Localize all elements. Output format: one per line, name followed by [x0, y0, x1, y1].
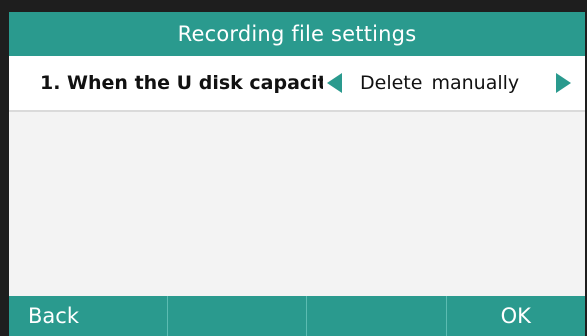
- ok-button[interactable]: OK: [445, 296, 586, 336]
- previous-option-icon[interactable]: [327, 73, 342, 93]
- softkey-3[interactable]: [306, 296, 446, 336]
- setting-label: 1. When the U disk capacit: [40, 72, 323, 94]
- next-option-icon[interactable]: [556, 73, 571, 93]
- content-area: [9, 112, 585, 296]
- softkey-bar: Back OK: [9, 296, 585, 336]
- title-bar: Recording file settings: [9, 12, 585, 56]
- softkey-2[interactable]: [166, 296, 307, 336]
- setting-row-disk-capacity[interactable]: 1. When the U disk capacit Delete manual…: [9, 56, 585, 112]
- back-button[interactable]: Back: [9, 296, 167, 336]
- setting-value: Delete manually: [360, 72, 520, 94]
- page-title: Recording file settings: [177, 22, 417, 46]
- phone-screen: Recording file settings 1. When the U di…: [9, 12, 585, 336]
